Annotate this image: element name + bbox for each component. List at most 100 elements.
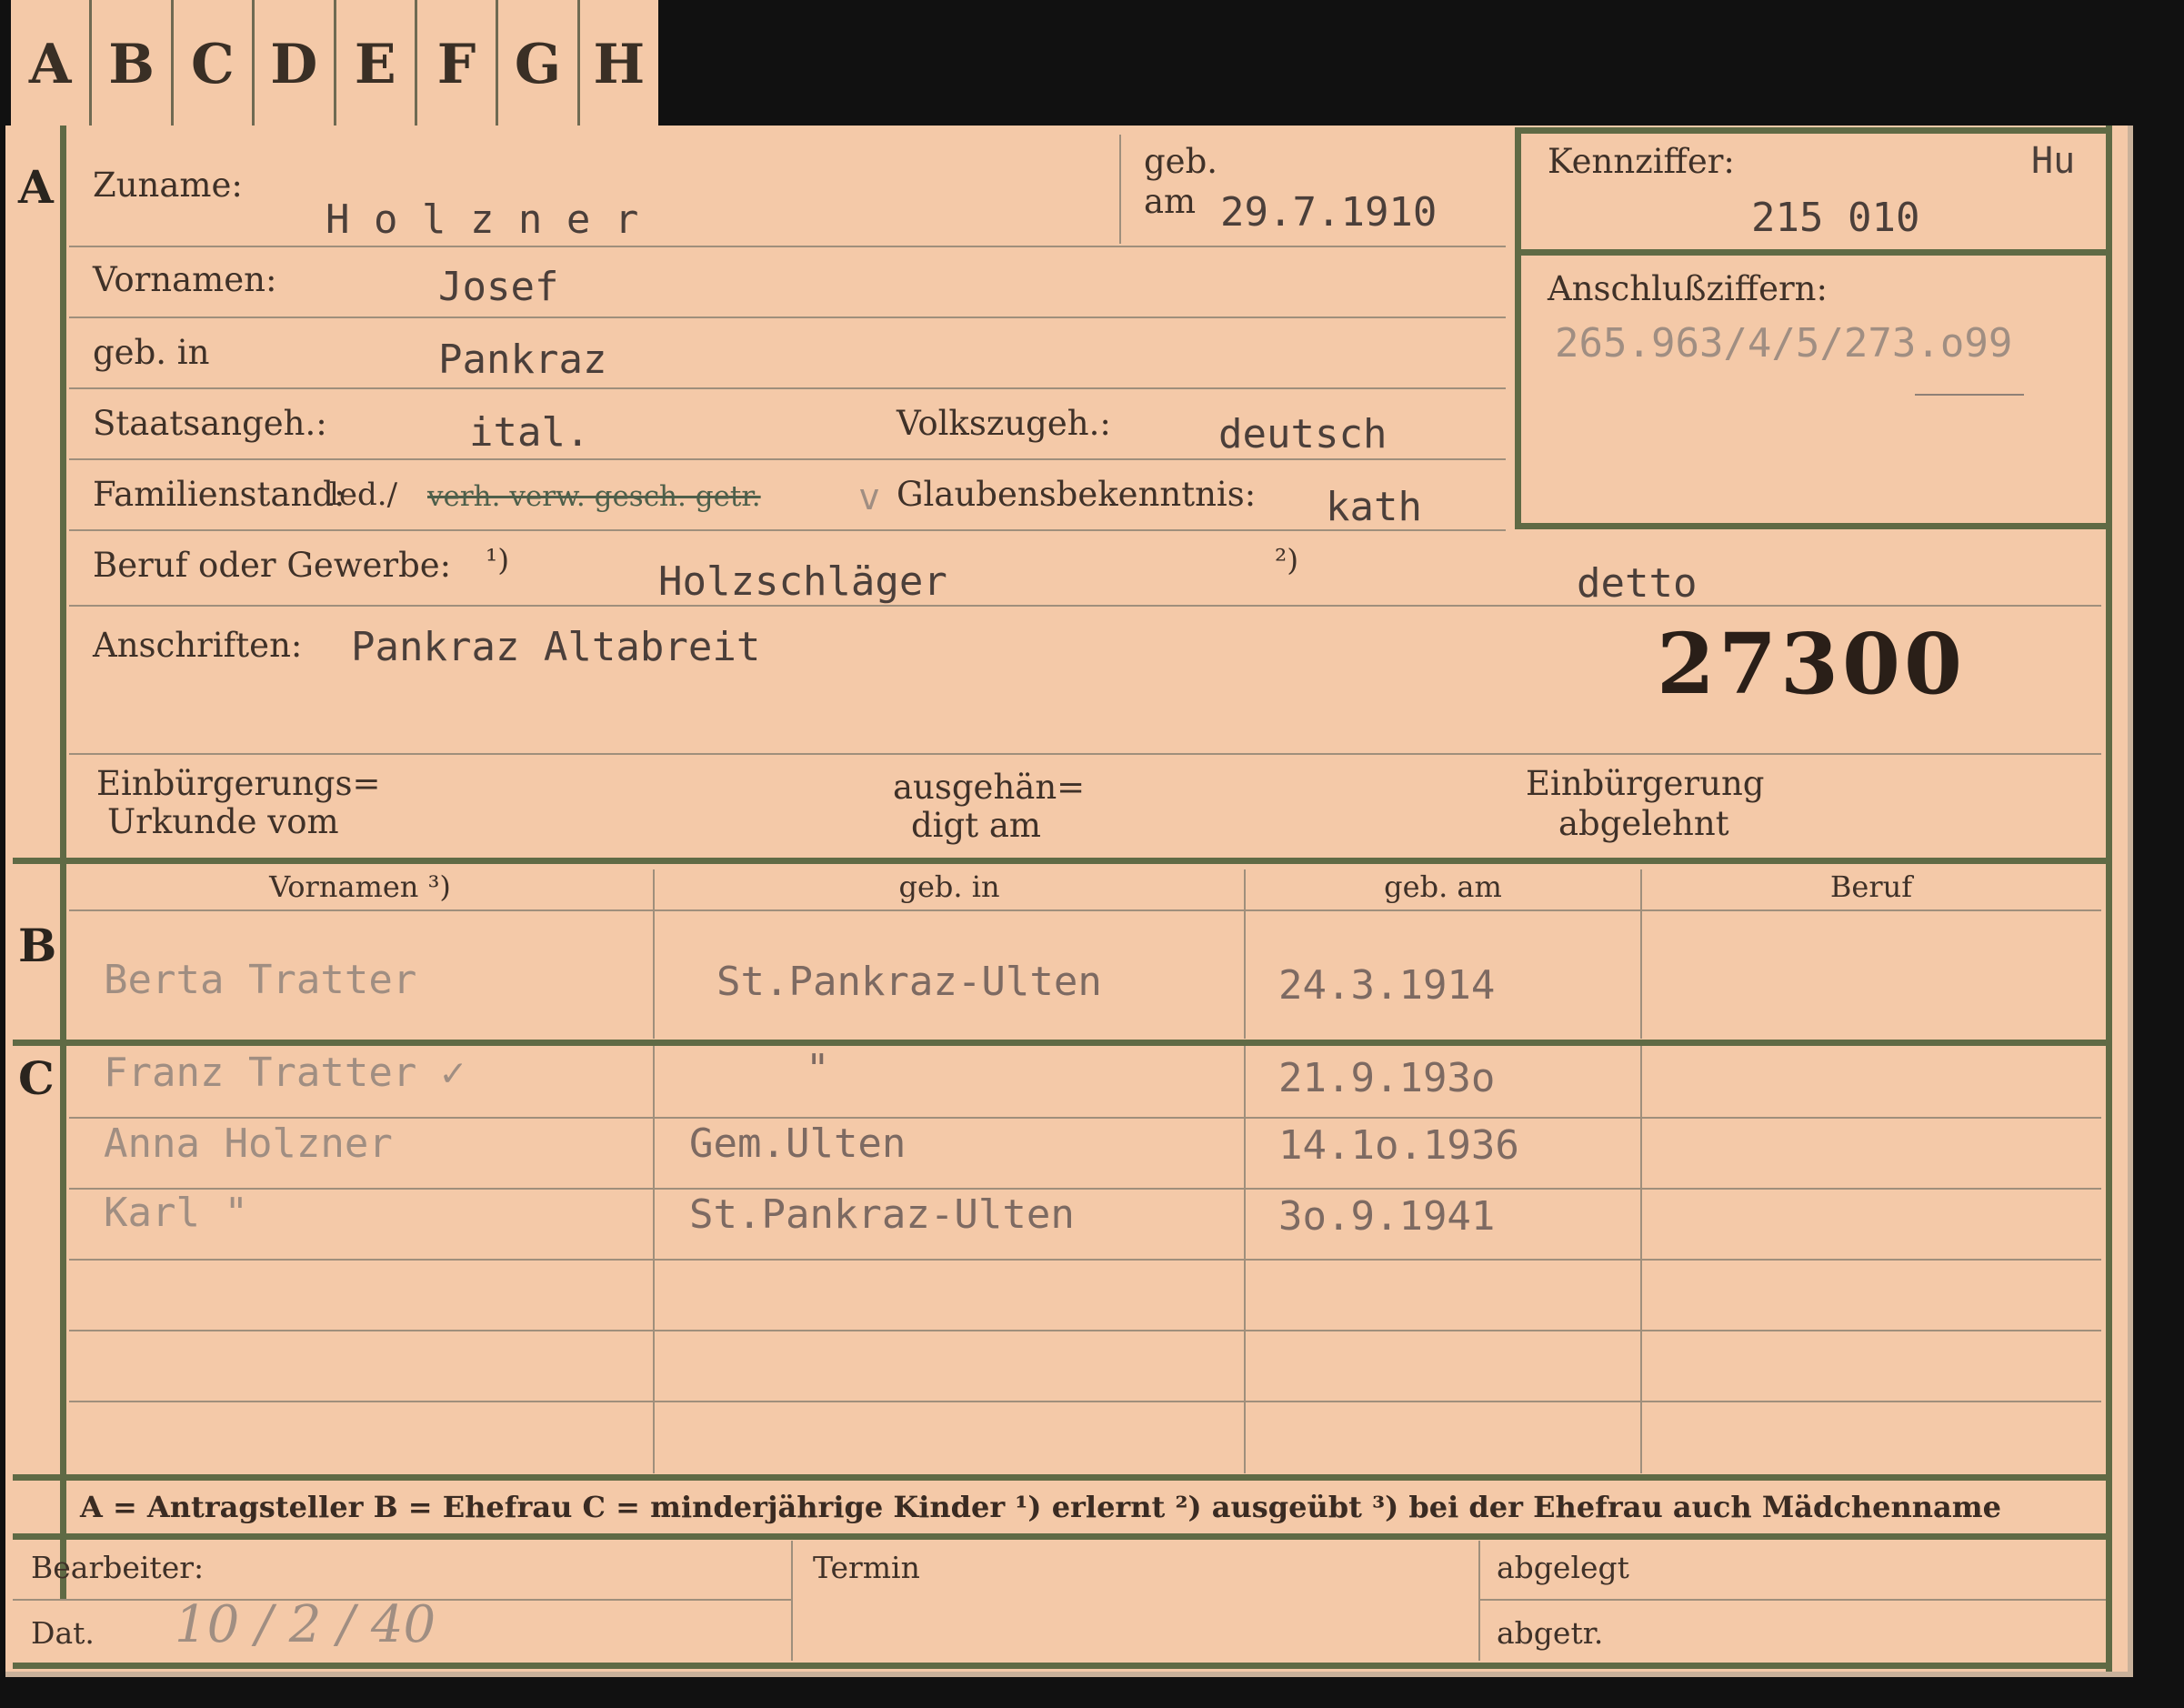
familienstand-struck: verh. verw. gesch. getr. xyxy=(427,480,761,513)
volkszugeh-label: Volkszugeh.: xyxy=(897,404,1111,443)
table-cell-place: St.Pankraz-Ulten xyxy=(689,1191,1075,1238)
rule xyxy=(69,246,1506,247)
table-header-geb-am: geb. am xyxy=(1384,869,1502,904)
geb-label: geb. xyxy=(1144,142,1218,181)
frame-line xyxy=(13,1533,2106,1540)
kennziffer-box-frame xyxy=(1515,249,2112,256)
rule xyxy=(1915,394,2024,396)
section-c-marker: C xyxy=(18,1051,55,1105)
frame-line xyxy=(60,126,66,858)
ausgehaendigt-label-2: digt am xyxy=(911,806,1041,845)
table-cell-date: 21.9.193o xyxy=(1278,1055,1496,1101)
footnote-mark-1: ¹) xyxy=(486,542,510,578)
rule xyxy=(1244,869,1246,1039)
table-header-beruf: Beruf xyxy=(1829,869,1913,904)
einbuergerungsurkunde-label: Einbürgerungs= xyxy=(96,764,381,803)
frame-line xyxy=(13,1663,2106,1669)
section-a-marker: A xyxy=(18,160,54,214)
table-header-geb-in: geb. in xyxy=(898,869,1000,904)
rule xyxy=(69,529,1506,531)
footnote-mark-2: ²) xyxy=(1275,542,1299,578)
am-label: am xyxy=(1144,182,1197,221)
anschlussziffern-value: 265.963/4/5/273.o99 xyxy=(1555,320,2013,367)
tab-letter: B xyxy=(92,0,174,129)
table-header-vornamen: Vornamen ³) xyxy=(269,869,451,904)
einbuergerung-abgelehnt-label: Einbürgerung xyxy=(1526,764,1765,803)
table-cell-date: 24.3.1914 xyxy=(1278,962,1496,1009)
bearbeiter-label: Bearbeiter: xyxy=(31,1550,205,1585)
vornamen-label: Vornamen: xyxy=(93,260,277,299)
zuname-value: H o l z n e r xyxy=(326,196,639,243)
tab-letter: C xyxy=(174,0,255,129)
legend: A = Antragsteller B = Ehefrau C = minder… xyxy=(80,1490,2001,1524)
vornamen-value: Josef xyxy=(438,264,559,310)
rule xyxy=(791,1541,793,1661)
tab-letter: F xyxy=(417,0,499,129)
table-cell-date: 14.1o.1936 xyxy=(1278,1122,1519,1169)
rule xyxy=(1478,1541,1480,1661)
beruf-erlernt-value: Holzschläger xyxy=(658,558,947,605)
kennziffer-prefix: Hu xyxy=(2031,140,2076,182)
frame-line xyxy=(2106,126,2112,1672)
rule xyxy=(69,387,1506,389)
rule xyxy=(653,869,655,1039)
registration-card: A B C Zuname: H o l z n e r geb. am 29.7… xyxy=(5,126,2133,1677)
rule xyxy=(69,1117,2101,1119)
section-b-marker: B xyxy=(18,919,57,972)
table-cell-place: " xyxy=(806,1046,830,1092)
table-cell-place: Gem.Ulten xyxy=(689,1120,907,1167)
tab-letter: G xyxy=(498,0,580,129)
rule xyxy=(1478,1599,2106,1601)
beruf-ausgeuebt-value: detto xyxy=(1577,560,1698,607)
kennziffer-value: 215 010 xyxy=(1751,195,1920,241)
tab-letter: D xyxy=(255,0,336,129)
einbuergerung-abgelehnt-label-2: abgelehnt xyxy=(1558,804,1729,843)
rule xyxy=(69,1259,2101,1261)
tab-letter: E xyxy=(336,0,417,129)
frame-line xyxy=(13,1474,2106,1481)
table-cell-name: Anna Holzner xyxy=(104,1120,393,1167)
frame-line xyxy=(60,864,66,1599)
rule xyxy=(69,316,1506,318)
beruf-label: Beruf oder Gewerbe: xyxy=(93,546,452,585)
zuname-label: Zuname: xyxy=(93,166,243,205)
frame-line xyxy=(13,858,2106,864)
rule xyxy=(69,458,1506,460)
familienstand-extra: v xyxy=(858,477,881,518)
table-cell-name: Berta Tratter xyxy=(104,957,417,1003)
glaubensbekenntnis-label: Glaubensbekenntnis: xyxy=(897,475,1257,514)
abgetr-label: abgetr. xyxy=(1497,1615,1604,1651)
geb-in-value: Pankraz xyxy=(438,337,607,383)
kennziffer-box-frame xyxy=(1515,127,2112,134)
ausgehaendigt-label: ausgehän= xyxy=(893,768,1086,807)
table-cell-place: St.Pankraz-Ulten xyxy=(716,959,1102,1005)
table-cell-name: Karl " xyxy=(104,1190,248,1236)
alphabet-tabs: A B C D E F G H xyxy=(11,0,658,129)
rule xyxy=(69,605,2101,607)
tab-letter: H xyxy=(593,33,646,96)
staatsangeh-value: ital. xyxy=(469,409,590,456)
familienstand-label: Familienstand: xyxy=(93,475,346,514)
file-number: 27300 xyxy=(1657,615,1967,713)
glaubensbekenntnis-value: kath xyxy=(1326,484,1422,530)
rule xyxy=(69,1330,2101,1331)
familienstand-prefix: led./ xyxy=(329,477,398,513)
volkszugeh-value: deutsch xyxy=(1218,411,1388,457)
rule xyxy=(1119,135,1121,244)
frame-line xyxy=(13,1040,2106,1046)
staatsangeh-label: Staatsangeh.: xyxy=(93,404,327,443)
termin-label: Termin xyxy=(813,1550,920,1585)
anschriften-value: Pankraz Altabreit xyxy=(351,624,761,670)
geb-in-label: geb. in xyxy=(93,333,210,372)
abgelegt-label: abgelegt xyxy=(1497,1550,1629,1585)
rule xyxy=(69,1188,2101,1190)
rule xyxy=(69,1401,2101,1402)
rule xyxy=(69,753,2101,755)
kennziffer-box-frame xyxy=(1515,127,1521,529)
kennziffer-label: Kennziffer: xyxy=(1548,142,1735,181)
dat-value: 10 / 2 / 40 xyxy=(175,1595,436,1654)
anschriften-label: Anschriften: xyxy=(93,626,303,665)
einbuergerungsurkunde-label-2: Urkunde vom xyxy=(107,802,339,841)
rule xyxy=(1640,869,1642,1039)
anschlussziffern-label: Anschlußziffern: xyxy=(1548,269,1828,308)
